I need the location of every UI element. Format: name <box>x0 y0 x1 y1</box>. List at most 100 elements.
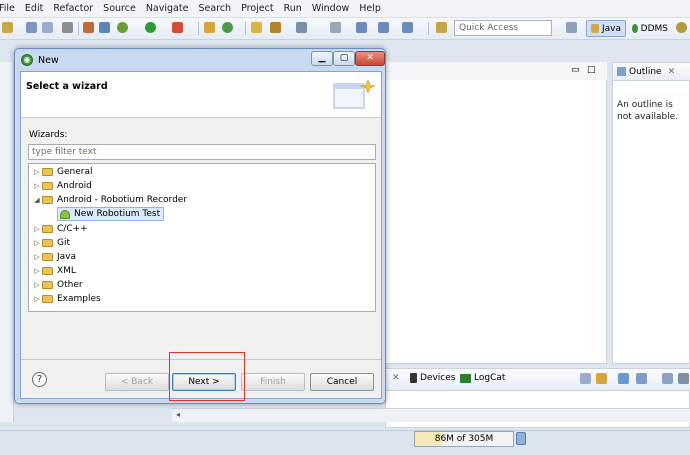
perspective-ddms-label: DDMS <box>640 23 668 34</box>
help-button[interactable]: ? <box>32 372 47 387</box>
next-button[interactable]: Next > <box>172 373 236 391</box>
expand-arrow-icon[interactable]: ▷ <box>32 225 42 233</box>
expand-arrow-icon[interactable]: ▷ <box>32 267 42 275</box>
new-wizard-banner-icon <box>333 79 376 109</box>
display-console-icon[interactable] <box>636 373 647 384</box>
folder-icon <box>42 267 53 275</box>
folder-icon <box>42 225 53 233</box>
button-bar-divider <box>21 359 381 360</box>
back-button[interactable]: < Back <box>105 373 169 391</box>
expand-arrow-icon[interactable]: ▷ <box>32 253 42 261</box>
expand-arrow-icon[interactable]: ▷ <box>32 281 42 289</box>
menu-run[interactable]: Run <box>279 3 307 14</box>
tree-item-label: C/C++ <box>57 224 88 234</box>
dialog-client-area: Select a wizard Wizards: ▷ General ▷ And… <box>20 71 382 399</box>
dropdown-icon[interactable] <box>678 373 689 384</box>
back-nav-icon[interactable] <box>356 22 367 33</box>
tree-item-new-robotium-test[interactable]: New Robotium Test <box>57 207 165 221</box>
close-icon[interactable]: ✕ <box>392 373 400 383</box>
main-toolbar: Quick Access Java DDMS <box>0 18 690 40</box>
eclipse-icon: ◉ <box>21 54 33 66</box>
menu-navigate[interactable]: Navigate <box>141 3 194 14</box>
forward-nav-icon[interactable] <box>378 22 389 33</box>
menu-help[interactable]: Help <box>354 3 386 14</box>
expand-arrow-icon[interactable]: ▷ <box>32 168 42 176</box>
menu-window[interactable]: Window <box>307 3 354 14</box>
open-console-icon[interactable] <box>662 373 673 384</box>
close-icon[interactable]: ✕ <box>668 67 676 77</box>
status-bar <box>0 430 690 455</box>
tab-outline[interactable]: Outline ✕ <box>613 63 690 81</box>
cancel-button[interactable]: Cancel <box>310 373 374 391</box>
annotation-icon[interactable] <box>296 22 307 33</box>
tree-item-xml[interactable]: ▷ XML <box>32 264 76 278</box>
menu-search[interactable]: Search <box>193 3 236 14</box>
open-perspective-icon[interactable] <box>566 22 577 33</box>
last-edit-icon[interactable] <box>402 22 413 33</box>
tree-item-android[interactable]: ▷ Android <box>32 179 92 193</box>
perspective-ddms-button[interactable]: DDMS <box>628 20 672 37</box>
outline-message: An outline is not available. <box>617 100 679 122</box>
heap-status[interactable]: 86M of 305M <box>414 431 514 447</box>
minimized-view-strip <box>0 62 14 422</box>
tree-item-label: New Robotium Test <box>74 209 161 219</box>
tab-devices-label: Devices <box>420 373 456 383</box>
menu-source[interactable]: Source <box>98 3 141 14</box>
tree-item-examples[interactable]: ▷ Examples <box>32 292 100 306</box>
sdk-manager-icon[interactable] <box>436 22 447 33</box>
run-icon[interactable] <box>145 22 156 33</box>
menu-edit[interactable]: Edit <box>20 3 48 14</box>
device-icon <box>410 373 417 383</box>
logcat-icon <box>460 373 471 383</box>
quick-access-input[interactable]: Quick Access <box>454 20 552 36</box>
folder-icon <box>42 253 53 261</box>
view-menu-icon[interactable] <box>580 373 591 384</box>
folder-icon <box>42 182 53 190</box>
minimize-button[interactable]: ▁ <box>311 51 333 66</box>
new-icon[interactable] <box>2 22 13 33</box>
outline-icon <box>617 67 626 76</box>
maximize-button[interactable]: ▢ <box>333 51 355 66</box>
save-icon[interactable] <box>26 22 37 33</box>
external-tools-icon[interactable] <box>172 22 183 33</box>
expand-arrow-icon[interactable]: ▷ <box>32 182 42 190</box>
garbage-collect-icon[interactable] <box>516 432 526 445</box>
close-button[interactable]: ✕ <box>355 51 385 66</box>
debug-perspective-icon[interactable] <box>676 22 687 33</box>
tree-item-cpp[interactable]: ▷ C/C++ <box>32 222 88 236</box>
expand-arrow-icon[interactable]: ▷ <box>32 295 42 303</box>
horizontal-scrollbar[interactable]: ◂ <box>172 408 690 422</box>
terminal-icon[interactable] <box>99 22 110 33</box>
expand-arrow-icon[interactable]: ▷ <box>32 239 42 247</box>
search-icon[interactable] <box>270 22 281 33</box>
print-icon[interactable] <box>62 22 73 33</box>
tree-item-general[interactable]: ▷ General <box>32 165 92 179</box>
tab-logcat[interactable]: LogCat <box>460 373 505 383</box>
tab-devices[interactable]: Devices <box>410 373 455 383</box>
new-console-icon[interactable] <box>618 373 629 384</box>
menu-project[interactable]: Project <box>236 3 279 14</box>
build-icon[interactable] <box>83 22 94 33</box>
wizard-filter-input[interactable] <box>28 144 376 160</box>
tree-item-android-robotium-recorder[interactable]: ◢ Android - Robotium Recorder <box>32 193 187 207</box>
menu-file[interactable]: File <box>0 3 20 14</box>
wizard-banner: Select a wizard <box>21 72 381 118</box>
open-type-icon[interactable] <box>251 22 262 33</box>
tree-item-other[interactable]: ▷ Other <box>32 278 82 292</box>
finish-button[interactable]: Finish <box>241 373 305 391</box>
debug-icon[interactable] <box>117 22 128 33</box>
new-java-project-icon[interactable] <box>204 22 215 33</box>
save-all-icon[interactable] <box>42 22 53 33</box>
new-class-icon[interactable] <box>222 22 233 33</box>
perspective-java-button[interactable]: Java <box>586 20 626 37</box>
collapse-icon[interactable] <box>596 373 607 384</box>
wizards-label: Wizards: <box>29 130 68 140</box>
menu-refactor[interactable]: Refactor <box>48 3 98 14</box>
maximize-icon[interactable]: □ <box>587 65 596 75</box>
collapse-arrow-icon[interactable]: ◢ <box>32 196 42 204</box>
next-annotation-icon[interactable] <box>330 22 341 33</box>
tree-item-git[interactable]: ▷ Git <box>32 236 70 250</box>
scroll-left-icon[interactable]: ◂ <box>176 410 180 419</box>
minimize-icon[interactable]: ▭ <box>571 65 580 75</box>
tree-item-java[interactable]: ▷ Java <box>32 250 76 264</box>
